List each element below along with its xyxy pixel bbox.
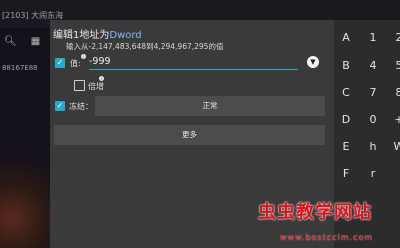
more-button[interactable]: 更多 [54, 125, 325, 145]
freeze-checkbox[interactable]: ✓ [55, 101, 65, 111]
freeze-mode-select[interactable]: 正常 [95, 96, 325, 116]
freeze-label: 冻结： [69, 102, 93, 111]
dialog-title-type: Dword [109, 30, 142, 41]
keyboard-key[interactable]: D [331, 113, 361, 127]
keyboard-key[interactable]: F [331, 167, 361, 181]
keyboard-key[interactable]: A [331, 31, 361, 45]
keyboard-key[interactable]: B [331, 59, 361, 73]
background-hex-value: 88167E88 [2, 64, 38, 72]
dialog-title-prefix: 编辑1地址为 [53, 30, 110, 41]
keyboard-key[interactable]: r [358, 167, 388, 181]
watermark-url: www.bostcclm.com [280, 233, 374, 242]
value-label: 值: [70, 59, 81, 68]
keyboard-key[interactable]: W [384, 140, 400, 154]
keyboard-key[interactable]: C [331, 86, 361, 100]
value-range-hint: 输入从-2,147,483,648到4,294,967,295的值 [66, 42, 224, 51]
watermark-text: 虫虫教学网站 [258, 202, 372, 223]
keyboard-key[interactable]: + [384, 113, 400, 127]
multiply-info-icon[interactable]: i [99, 76, 104, 81]
value-checkbox[interactable]: ✓ [55, 58, 65, 68]
multiply-label: 倍增 [88, 82, 104, 91]
keyboard-key[interactable]: 2 [384, 31, 400, 45]
search-icon[interactable]: 🔍︎ [4, 36, 17, 47]
multiply-checkbox[interactable] [74, 80, 85, 91]
keyboard-key[interactable]: E [331, 140, 361, 154]
value-info-icon[interactable]: i [81, 54, 86, 59]
background-toolbar: 🔍︎ ▦ [0, 30, 54, 52]
value-input[interactable]: -999 [89, 55, 298, 70]
calculator-icon[interactable]: ▦ [31, 36, 40, 47]
dialog-title: 编辑1地址为Dword [53, 26, 142, 41]
chevron-down-icon[interactable]: ▼ [307, 56, 319, 68]
keyboard-key[interactable]: 8 [384, 86, 400, 100]
keyboard-key[interactable]: 5 [384, 59, 400, 73]
